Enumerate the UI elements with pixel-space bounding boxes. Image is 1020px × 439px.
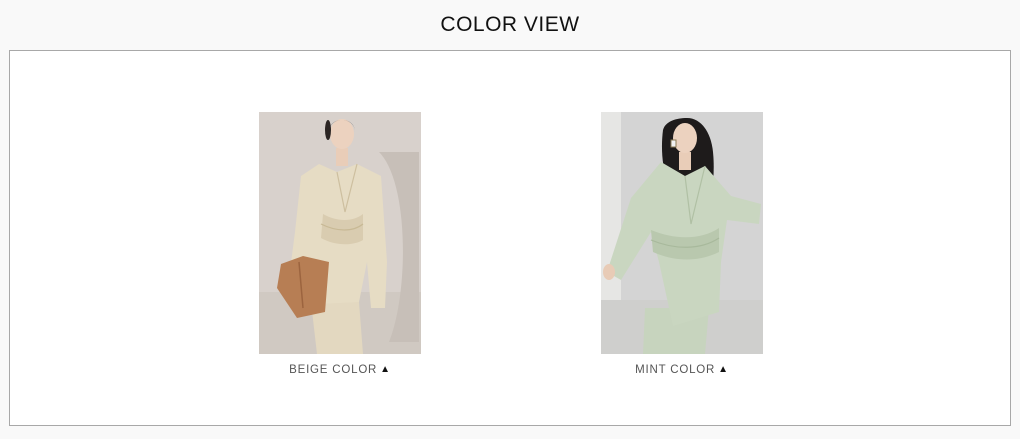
color-view-section: COLOR VIEW BEIGE COLOR ▲ MINT COLOR ▲ [0,0,1020,439]
color-option-beige[interactable]: BEIGE COLOR ▲ [259,112,421,376]
mint-product-photo[interactable] [601,112,763,354]
beige-color-caption[interactable]: BEIGE COLOR ▲ [259,364,421,376]
color-view-frame: BEIGE COLOR ▲ MINT COLOR ▲ [9,50,1011,426]
mint-color-label: MINT COLOR [635,364,716,376]
beige-product-photo[interactable] [259,112,421,354]
triangle-up-icon: ▲ [380,364,391,375]
section-title: COLOR VIEW [440,13,580,36]
mint-color-caption[interactable]: MINT COLOR ▲ [601,364,763,376]
triangle-up-icon: ▲ [718,364,729,375]
color-option-mint[interactable]: MINT COLOR ▲ [601,112,763,376]
beige-color-label: BEIGE COLOR [289,364,378,376]
